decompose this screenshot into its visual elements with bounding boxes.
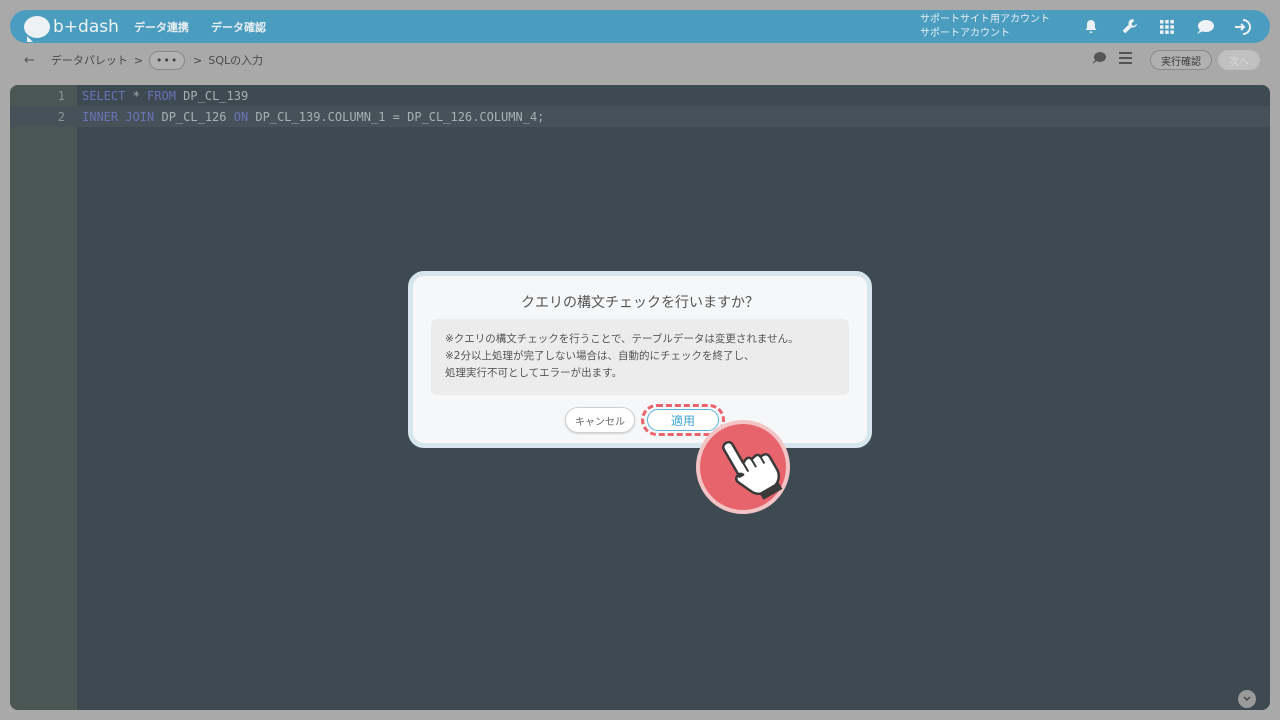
breadcrumb-sql-input: SQLの入力	[208, 54, 264, 67]
breadcrumb-datapalette[interactable]: データパレット	[51, 52, 128, 68]
account-name: サポートアカウント	[920, 27, 1010, 39]
code-line-active[interactable]: 2 INNER JOIN DP_CL_126 ON DP_CL_139.COLU…	[10, 106, 1270, 127]
sql-keyword: SELECT	[82, 88, 126, 103]
notice-line-2: ※2分以上処理が完了しない場合は、自動的にチェックを終了し、	[445, 350, 755, 362]
sql-keyword: FROM	[147, 88, 176, 103]
cancel-button[interactable]: キャンセル	[565, 407, 635, 433]
breadcrumb-ellipsis-button[interactable]: •••	[149, 50, 186, 70]
pointer-hand-icon	[696, 420, 790, 514]
chat-icon[interactable]	[1186, 19, 1224, 35]
wrench-icon[interactable]	[1110, 18, 1148, 35]
code-text: SELECT * FROM DP_CL_139	[82, 89, 248, 103]
support-chat-icon[interactable]	[1091, 51, 1107, 69]
code-fragment: DP_CL_139	[175, 88, 249, 103]
notice-line-1: ※クエリの構文チェックを行うことで、テーブルデータは変更されません。	[445, 333, 799, 345]
exec-check-button[interactable]: 実行確認	[1150, 50, 1212, 70]
syntax-check-dialog: クエリの構文チェックを行いますか？ ※クエリの構文チェックを行うことで、テーブル…	[408, 271, 872, 448]
code-line[interactable]: 1 SELECT * FROM DP_CL_139	[10, 85, 1270, 106]
sql-keyword: ON	[233, 109, 249, 124]
account-site: サポートサイト用アカウント	[920, 13, 1050, 25]
line-number-gutter	[10, 85, 77, 710]
logo-text: b+dash	[53, 16, 119, 37]
line-number: 2	[57, 109, 65, 124]
list-view-icon[interactable]	[1119, 52, 1132, 68]
back-arrow-icon[interactable]: ←	[24, 53, 35, 68]
code-text: INNER JOIN DP_CL_126 ON DP_CL_139.COLUMN…	[82, 110, 544, 124]
next-button[interactable]: 次へ	[1218, 50, 1260, 70]
breadcrumb-bar: ← データパレット > ••• > SQLの入力 実行確認 次へ	[10, 46, 1270, 74]
app-header: b+dash データ連携 データ確認 サポートサイト用アカウント サポートアカウ…	[10, 10, 1270, 43]
grid-icon[interactable]	[1148, 19, 1186, 34]
logo-bubble-icon	[24, 15, 50, 42]
code-fragment: *	[125, 88, 148, 103]
breadcrumb-separator-2: >	[193, 53, 203, 67]
nav-data-link[interactable]: データ連携	[134, 19, 189, 35]
code-fragment: DP_CL_126	[154, 109, 234, 124]
bell-icon[interactable]	[1072, 19, 1110, 35]
notice-line-3: 処理実行不可としてエラーが出ます。	[445, 367, 623, 379]
scroll-down-button[interactable]	[1238, 690, 1256, 708]
dialog-notice-box: ※クエリの構文チェックを行うことで、テーブルデータは変更されません。 ※2分以上…	[431, 319, 849, 395]
sql-keyword: INNER JOIN	[82, 109, 155, 124]
account-info[interactable]: サポートサイト用アカウント サポートアカウント	[920, 13, 1050, 41]
line-number: 1	[57, 88, 65, 103]
nav-data-check[interactable]: データ確認	[211, 19, 266, 35]
logout-icon[interactable]	[1224, 18, 1262, 36]
breadcrumb-separator: >	[133, 53, 144, 67]
dialog-title: クエリの構文チェックを行いますか？	[521, 295, 759, 311]
logo[interactable]: b+dash	[24, 15, 134, 42]
code-fragment: DP_CL_139.COLUMN_1 = DP_CL_126.COLUMN_4;	[248, 109, 545, 124]
toolbar-right: 実行確認 次へ	[1091, 50, 1260, 70]
